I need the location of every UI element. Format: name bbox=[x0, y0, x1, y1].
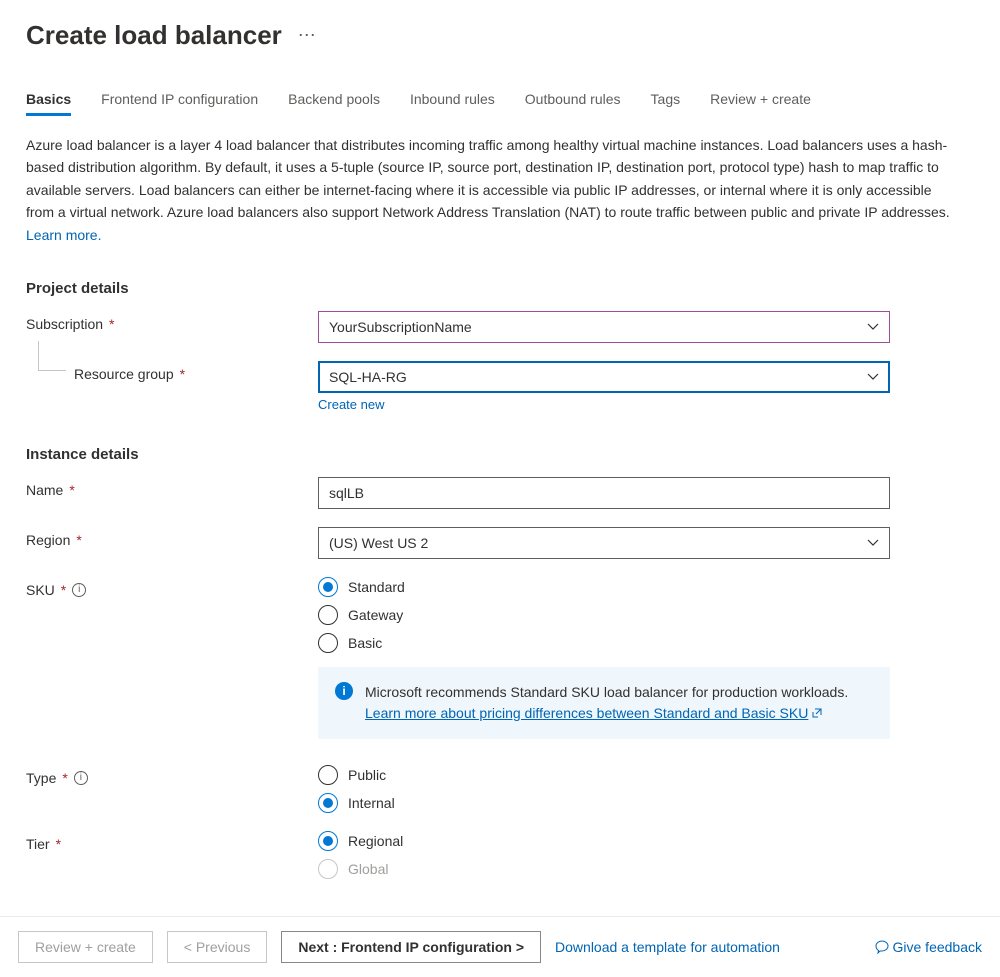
review-create-button[interactable]: Review + create bbox=[18, 931, 153, 963]
resource-group-select[interactable]: SQL-HA-RG bbox=[318, 361, 890, 393]
subscription-select[interactable]: YourSubscriptionName bbox=[318, 311, 890, 343]
required-marker: * bbox=[61, 582, 66, 598]
tier-option-label: Global bbox=[348, 861, 388, 877]
name-value: sqlLB bbox=[329, 485, 364, 501]
tier-option-label: Regional bbox=[348, 833, 403, 849]
resource-group-label: Resource group bbox=[74, 366, 174, 382]
sku-option-label: Standard bbox=[348, 579, 405, 595]
required-marker: * bbox=[76, 532, 81, 548]
sku-info-callout: i Microsoft recommends Standard SKU load… bbox=[318, 667, 890, 739]
region-select[interactable]: (US) West US 2 bbox=[318, 527, 890, 559]
type-radio-internal[interactable]: Internal bbox=[318, 793, 890, 813]
give-feedback-link[interactable]: Give feedback bbox=[893, 939, 983, 955]
type-label: Type bbox=[26, 770, 56, 786]
required-marker: * bbox=[56, 836, 61, 852]
intro-text: Azure load balancer is a layer 4 load ba… bbox=[26, 134, 956, 246]
tab-basics[interactable]: Basics bbox=[26, 91, 71, 116]
sku-radio-group: Standard Gateway Basic bbox=[318, 577, 890, 653]
tier-radio-group: Regional Global bbox=[318, 831, 890, 879]
tier-radio-regional[interactable]: Regional bbox=[318, 831, 890, 851]
project-details-heading: Project details bbox=[26, 280, 974, 297]
info-icon[interactable]: i bbox=[74, 771, 88, 785]
previous-button[interactable]: < Previous bbox=[167, 931, 268, 963]
create-new-rg-link[interactable]: Create new bbox=[318, 397, 384, 412]
sku-radio-standard[interactable]: Standard bbox=[318, 577, 890, 597]
type-option-label: Public bbox=[348, 767, 386, 783]
tab-review-create[interactable]: Review + create bbox=[710, 91, 811, 116]
next-button[interactable]: Next : Frontend IP configuration > bbox=[281, 931, 541, 963]
type-option-label: Internal bbox=[348, 795, 395, 811]
name-label: Name bbox=[26, 482, 63, 498]
page-title: Create load balancer bbox=[26, 20, 282, 51]
resource-group-value: SQL-HA-RG bbox=[329, 369, 407, 385]
tab-tags[interactable]: Tags bbox=[651, 91, 681, 116]
external-link-icon bbox=[812, 703, 822, 713]
tree-connector-icon bbox=[38, 341, 66, 371]
required-marker: * bbox=[62, 770, 67, 786]
learn-more-link[interactable]: Learn more. bbox=[26, 227, 101, 243]
info-icon[interactable]: i bbox=[72, 583, 86, 597]
required-marker: * bbox=[69, 482, 74, 498]
type-radio-public[interactable]: Public bbox=[318, 765, 890, 785]
tab-backend-pools[interactable]: Backend pools bbox=[288, 91, 380, 116]
wizard-footer: Review + create < Previous Next : Fronte… bbox=[0, 916, 1000, 977]
sku-option-label: Gateway bbox=[348, 607, 403, 623]
tier-label: Tier bbox=[26, 836, 50, 852]
type-radio-group: Public Internal bbox=[318, 765, 890, 813]
tab-frontend-ip[interactable]: Frontend IP configuration bbox=[101, 91, 258, 116]
region-label: Region bbox=[26, 532, 70, 548]
name-input[interactable]: sqlLB bbox=[318, 477, 890, 509]
intro-body: Azure load balancer is a layer 4 load ba… bbox=[26, 137, 950, 220]
tab-inbound-rules[interactable]: Inbound rules bbox=[410, 91, 495, 116]
subscription-value: YourSubscriptionName bbox=[329, 319, 472, 335]
sku-option-label: Basic bbox=[348, 635, 382, 651]
tab-outbound-rules[interactable]: Outbound rules bbox=[525, 91, 621, 116]
chevron-down-icon bbox=[867, 537, 879, 549]
chevron-down-icon bbox=[867, 371, 879, 383]
chevron-down-icon bbox=[867, 321, 879, 333]
more-actions-button[interactable]: ⋯ bbox=[298, 25, 317, 46]
download-template-link[interactable]: Download a template for automation bbox=[555, 939, 780, 955]
sku-info-text: Microsoft recommends Standard SKU load b… bbox=[365, 684, 848, 700]
required-marker: * bbox=[180, 366, 185, 382]
feedback-icon bbox=[875, 940, 889, 954]
sku-label: SKU bbox=[26, 582, 55, 598]
sku-radio-gateway[interactable]: Gateway bbox=[318, 605, 890, 625]
instance-details-heading: Instance details bbox=[26, 446, 974, 463]
sku-radio-basic[interactable]: Basic bbox=[318, 633, 890, 653]
required-marker: * bbox=[109, 316, 114, 332]
sku-info-link[interactable]: Learn more about pricing differences bet… bbox=[365, 705, 822, 721]
region-value: (US) West US 2 bbox=[329, 535, 428, 551]
wizard-tabs: Basics Frontend IP configuration Backend… bbox=[26, 91, 974, 116]
info-icon: i bbox=[335, 682, 353, 700]
subscription-label: Subscription bbox=[26, 316, 103, 332]
tier-radio-global: Global bbox=[318, 859, 890, 879]
